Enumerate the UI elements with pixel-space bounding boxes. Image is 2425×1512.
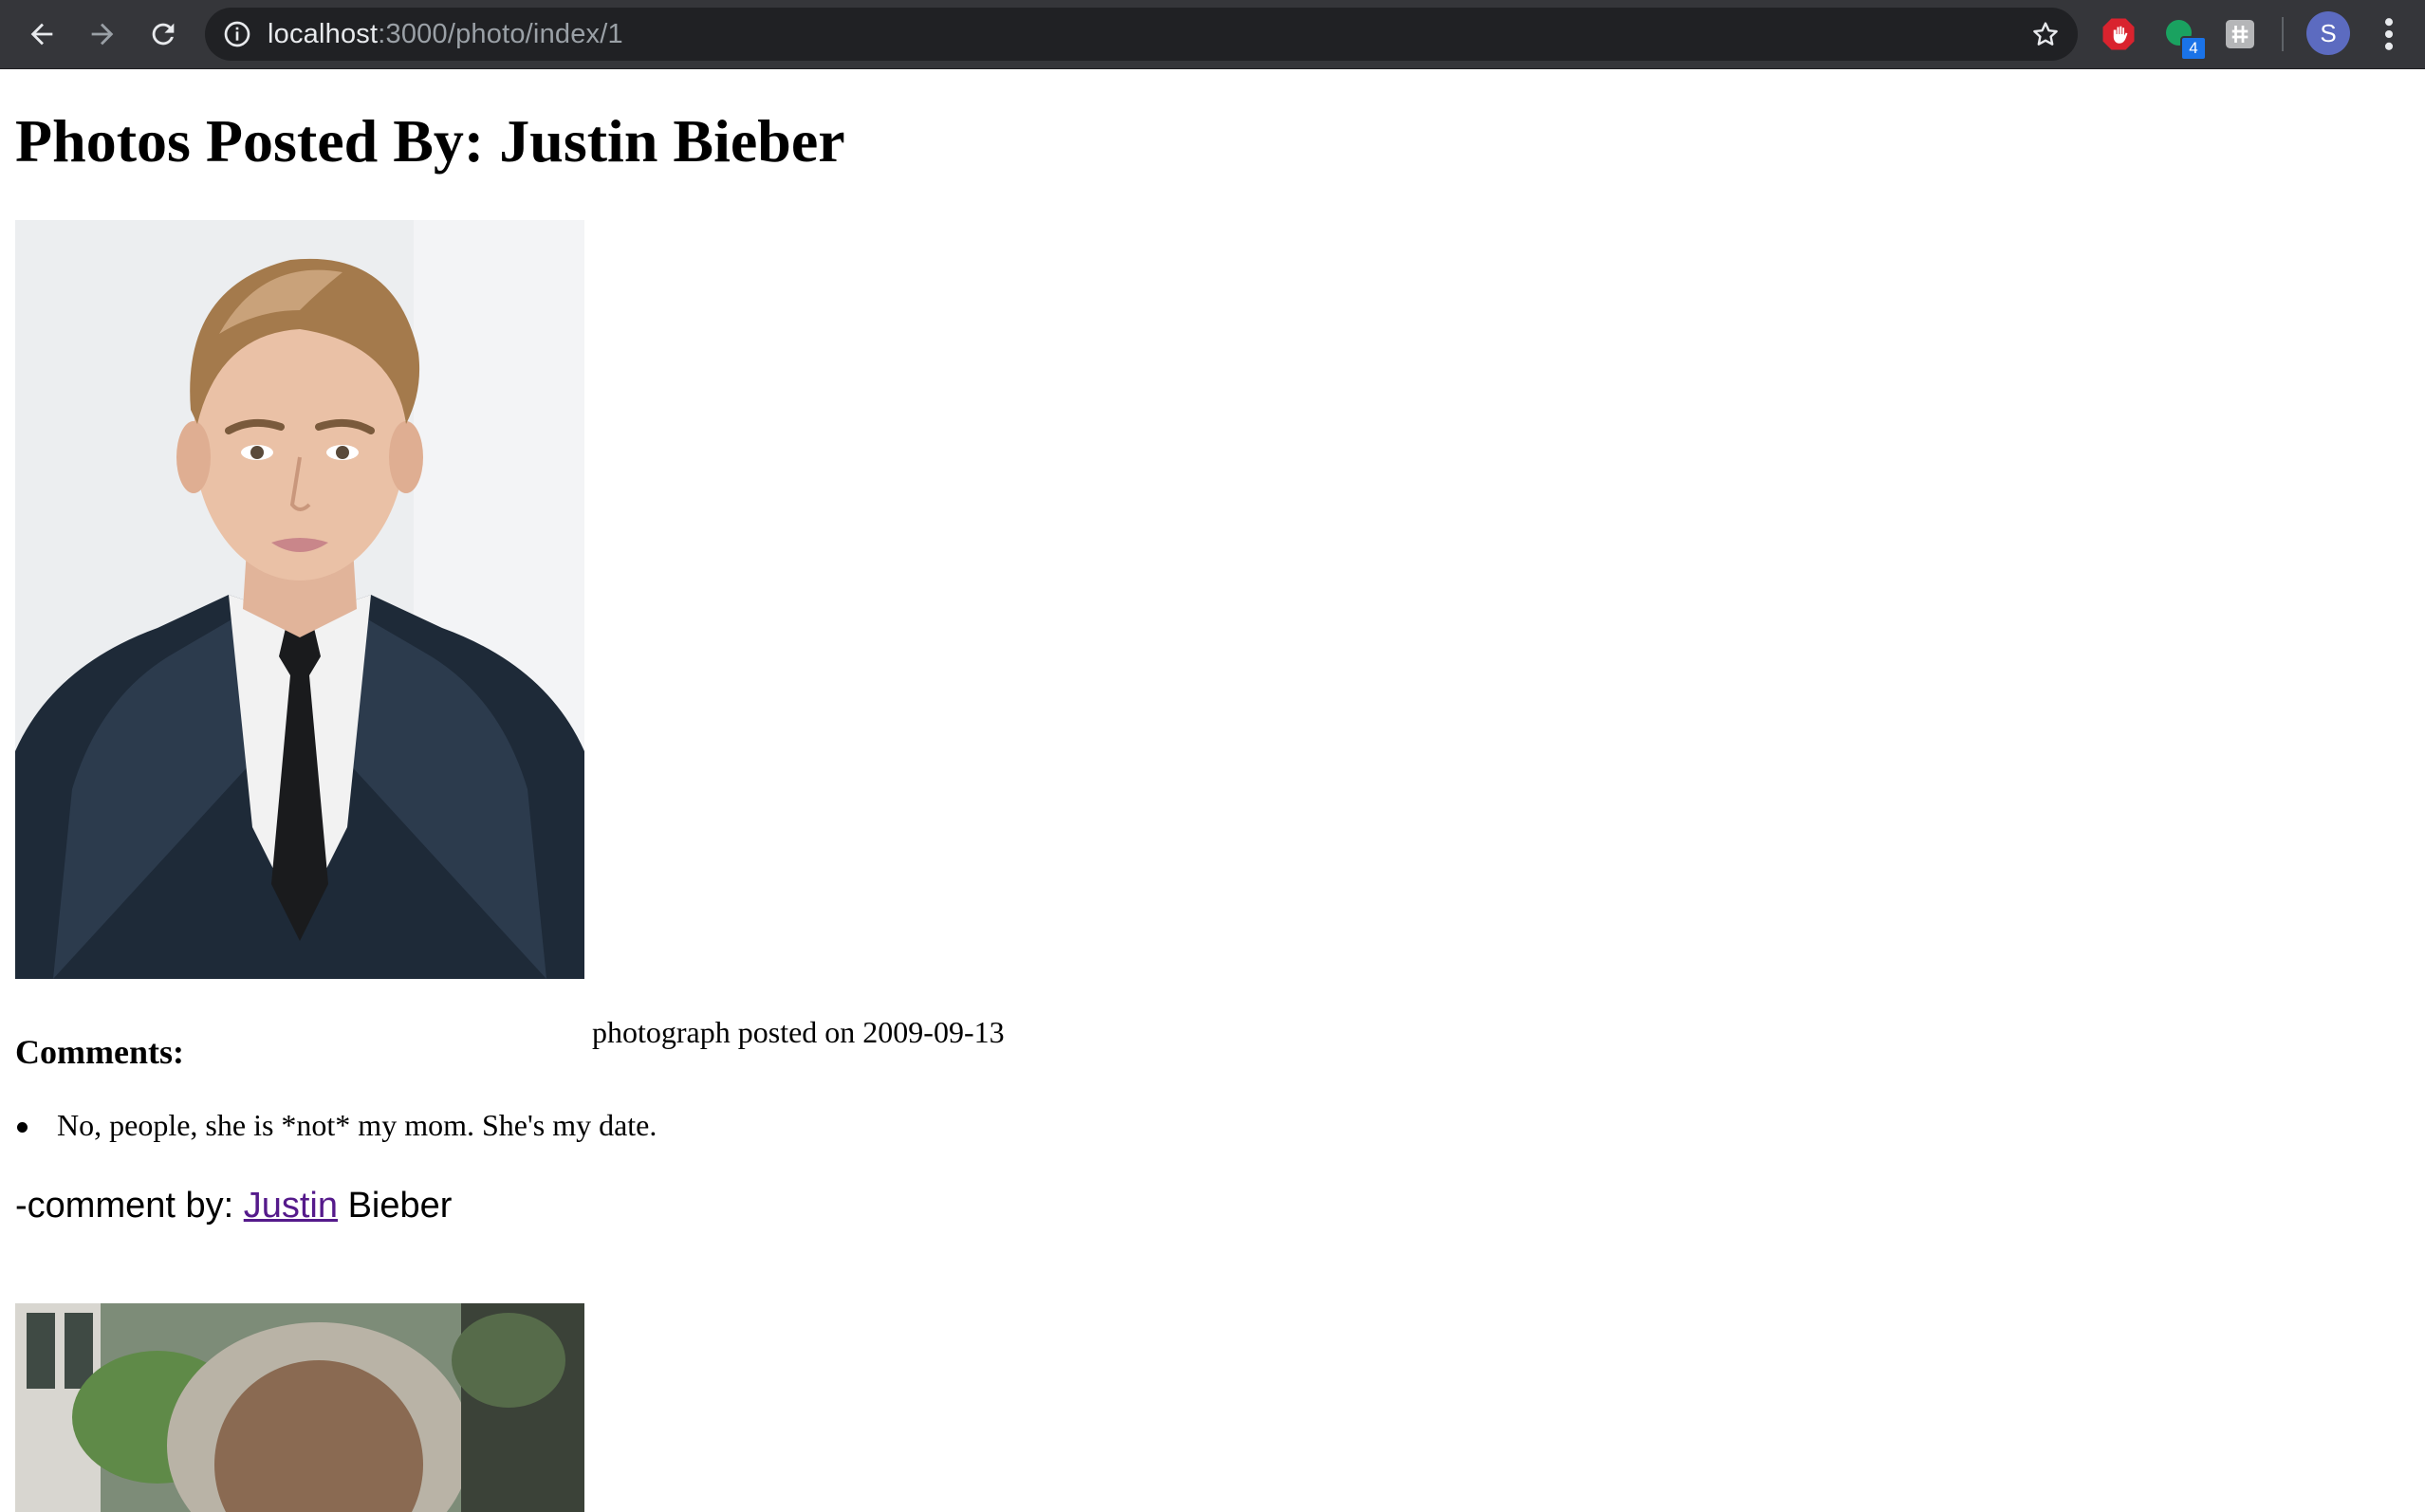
- photo-caption: photograph posted on 2009-09-13: [592, 1015, 1005, 1049]
- photo-image: [15, 1303, 584, 1512]
- photo-illustration: [15, 1303, 584, 1512]
- url-path: :3000/photo/index/1: [378, 19, 623, 49]
- hash-icon[interactable]: [2223, 17, 2257, 51]
- comments-heading: Comments:: [15, 1033, 184, 1071]
- comment-text: No, people, she is *not* my mom. She's m…: [57, 1108, 657, 1142]
- page-title: Photos Posted By: Justin Bieber: [15, 107, 845, 175]
- arrow-left-icon: [30, 23, 53, 46]
- url-host: localhost: [268, 19, 379, 49]
- author-last-name: Bieber: [338, 1186, 453, 1226]
- browser-toolbar: localhost:3000/photo/index/1 4 S: [0, 0, 2425, 69]
- arrow-right-icon: [91, 23, 114, 46]
- comments-list: No, people, she is *not* my mom. She's m…: [15, 1108, 657, 1143]
- photo-image: [15, 220, 584, 979]
- photo-entry: photograph posted on 2009-09-13: [15, 220, 1005, 1049]
- comment-by-label: -comment by:: [15, 1186, 244, 1226]
- reload-button[interactable]: [139, 9, 188, 59]
- extension-badge: 4: [2180, 36, 2207, 61]
- star-icon[interactable]: [2030, 19, 2061, 49]
- url-text[interactable]: localhost:3000/photo/index/1: [268, 8, 623, 61]
- author-link[interactable]: Justin: [244, 1186, 338, 1226]
- stop-hand-icon[interactable]: [2101, 17, 2136, 51]
- info-icon[interactable]: [222, 19, 252, 49]
- address-bar[interactable]: localhost:3000/photo/index/1: [205, 8, 2078, 61]
- toolbar-separator: [2282, 17, 2284, 51]
- comment-attribution: -comment by: Justin Bieber: [15, 1186, 452, 1226]
- reload-icon: [152, 23, 175, 46]
- extension-with-badge[interactable]: 4: [2163, 17, 2207, 61]
- kebab-menu-icon[interactable]: [2372, 13, 2406, 55]
- list-item: No, people, she is *not* my mom. She's m…: [15, 1108, 657, 1143]
- back-button[interactable]: [17, 9, 66, 59]
- forward-button[interactable]: [78, 9, 127, 59]
- profile-avatar[interactable]: S: [2306, 11, 2350, 55]
- portrait-illustration: [15, 220, 584, 979]
- bullet: [17, 1122, 28, 1133]
